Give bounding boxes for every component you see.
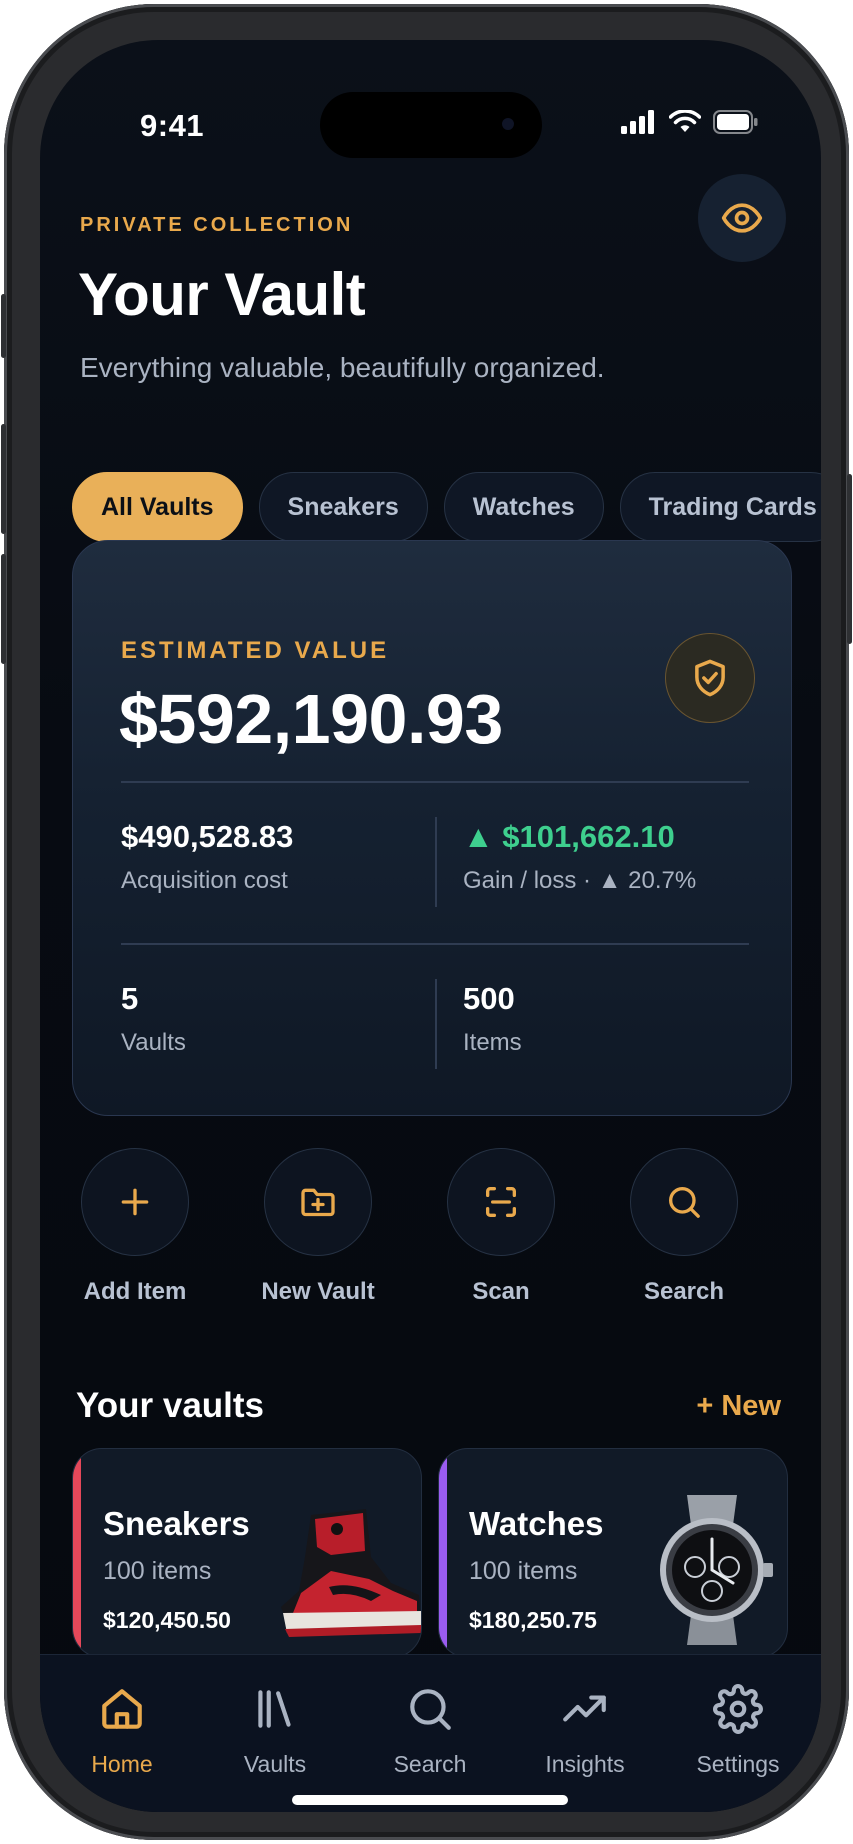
tab-bar: Home Vaults Search Insights Settings — [40, 1654, 821, 1812]
signal-icon — [621, 110, 654, 134]
gain-value: ▲ $101,662.10 — [463, 819, 675, 854]
scan-icon — [486, 1187, 516, 1217]
new-vault-label: New Vault — [261, 1278, 375, 1305]
gain-label: Gain / loss · ▲ 20.7% — [463, 867, 697, 894]
home-icon — [102, 1689, 142, 1729]
vault-name: Sneakers — [103, 1505, 250, 1542]
library-icon — [258, 1690, 291, 1728]
search-circle — [630, 1148, 738, 1256]
tab-vaults[interactable]: Vaults — [205, 1681, 345, 1778]
status-icons — [621, 110, 759, 134]
vault-count-value: 5 — [121, 981, 139, 1016]
vault-item-count: 100 items — [469, 1557, 578, 1585]
chip-sneakers[interactable]: Sneakers — [258, 472, 428, 542]
divider — [121, 781, 749, 783]
item-count-label: Items — [463, 1029, 522, 1056]
shield-check-icon — [695, 659, 725, 697]
add-item-button[interactable]: Add Item — [60, 1148, 210, 1306]
vault-count-label: Vaults — [121, 1029, 186, 1056]
power-button — [847, 474, 852, 644]
page-subtitle: Everything valuable, beautifully organiz… — [80, 352, 605, 383]
header-eyebrow: PRIVATE COLLECTION — [80, 214, 354, 236]
dynamic-island — [320, 92, 542, 158]
estimated-value-label: ESTIMATED VALUE — [121, 637, 390, 664]
tab-search[interactable]: Search — [360, 1681, 500, 1778]
chip-all-vaults[interactable]: All Vaults — [72, 472, 243, 542]
vault-card-sneakers[interactable]: Sneakers 100 items $120,450.50 — [72, 1448, 422, 1658]
volume-down-button — [1, 554, 6, 664]
search-action-label: Search — [643, 1278, 725, 1305]
search-action-button[interactable]: Search — [609, 1148, 759, 1306]
security-button[interactable] — [665, 633, 755, 723]
mute-switch — [1, 294, 6, 358]
tab-settings[interactable]: Settings — [668, 1681, 808, 1778]
tab-settings-label: Settings — [696, 1751, 780, 1777]
divider — [435, 817, 437, 907]
chip-trading-cards[interactable]: Trading Cards — [619, 472, 821, 542]
watch-image — [660, 1495, 773, 1645]
vault-name: Watches — [469, 1505, 604, 1542]
status-time: 9:41 — [140, 108, 205, 143]
vault-item-count: 100 items — [103, 1557, 212, 1585]
acquisition-cost-label: Acquisition cost — [121, 867, 288, 894]
gear-icon — [713, 1684, 763, 1734]
plus-icon — [121, 1188, 149, 1216]
app-screen: 9:41 PRIVATE COLLECTION Your Vault Every… — [40, 40, 821, 1812]
home-indicator — [292, 1795, 568, 1805]
tab-insights[interactable]: Insights — [515, 1681, 655, 1778]
vault-accent-bar — [73, 1449, 81, 1657]
divider — [435, 979, 437, 1069]
trending-up-icon — [563, 1695, 606, 1722]
acquisition-cost-value: $490,528.83 — [121, 819, 294, 854]
eye-icon — [721, 203, 763, 233]
add-item-label: Add Item — [83, 1278, 187, 1305]
wifi-icon — [669, 110, 701, 132]
scan-button[interactable]: Scan — [426, 1148, 576, 1306]
add-item-circle — [81, 1148, 189, 1256]
volume-up-button — [1, 424, 6, 534]
filter-chips: All Vaults Sneakers Watches Trading Card… — [72, 472, 821, 542]
search-icon — [669, 1187, 700, 1218]
search-icon — [410, 1689, 451, 1730]
battery-icon — [713, 110, 758, 134]
estimated-value-amount: $592,190.93 — [119, 680, 503, 758]
status-bar: 9:41 — [40, 40, 821, 160]
vault-value: $180,250.75 — [469, 1607, 597, 1633]
chip-watches[interactable]: Watches — [443, 472, 604, 542]
camera-dot — [502, 118, 514, 130]
phone-frame: 9:41 PRIVATE COLLECTION Your Vault Every… — [1, 4, 852, 1840]
vaults-section-title: Your vaults — [76, 1386, 265, 1425]
sneaker-image — [281, 1509, 421, 1637]
tab-insights-label: Insights — [545, 1751, 625, 1777]
vault-accent-bar — [439, 1449, 447, 1657]
scan-circle — [447, 1148, 555, 1256]
value-summary-card: ESTIMATED VALUE $592,190.93 $490,528.83 … — [72, 540, 792, 1116]
page-title: Your Vault — [78, 261, 366, 328]
tab-home-label: Home — [91, 1751, 153, 1777]
tab-home[interactable]: Home — [52, 1681, 192, 1778]
folder-plus-icon — [301, 1188, 335, 1217]
divider — [121, 943, 749, 945]
new-vault-link[interactable]: + New — [696, 1390, 781, 1423]
vault-card-watches[interactable]: Watches 100 items $180,250.75 — [438, 1448, 788, 1658]
toggle-visibility-button[interactable] — [698, 174, 786, 262]
tab-search-label: Search — [393, 1751, 467, 1777]
vault-value: $120,450.50 — [103, 1607, 231, 1633]
tab-vaults-label: Vaults — [243, 1751, 307, 1777]
item-count-value: 500 — [463, 981, 515, 1016]
scan-label: Scan — [472, 1278, 530, 1305]
new-vault-circle — [264, 1148, 372, 1256]
new-vault-button[interactable]: New Vault — [243, 1148, 393, 1306]
